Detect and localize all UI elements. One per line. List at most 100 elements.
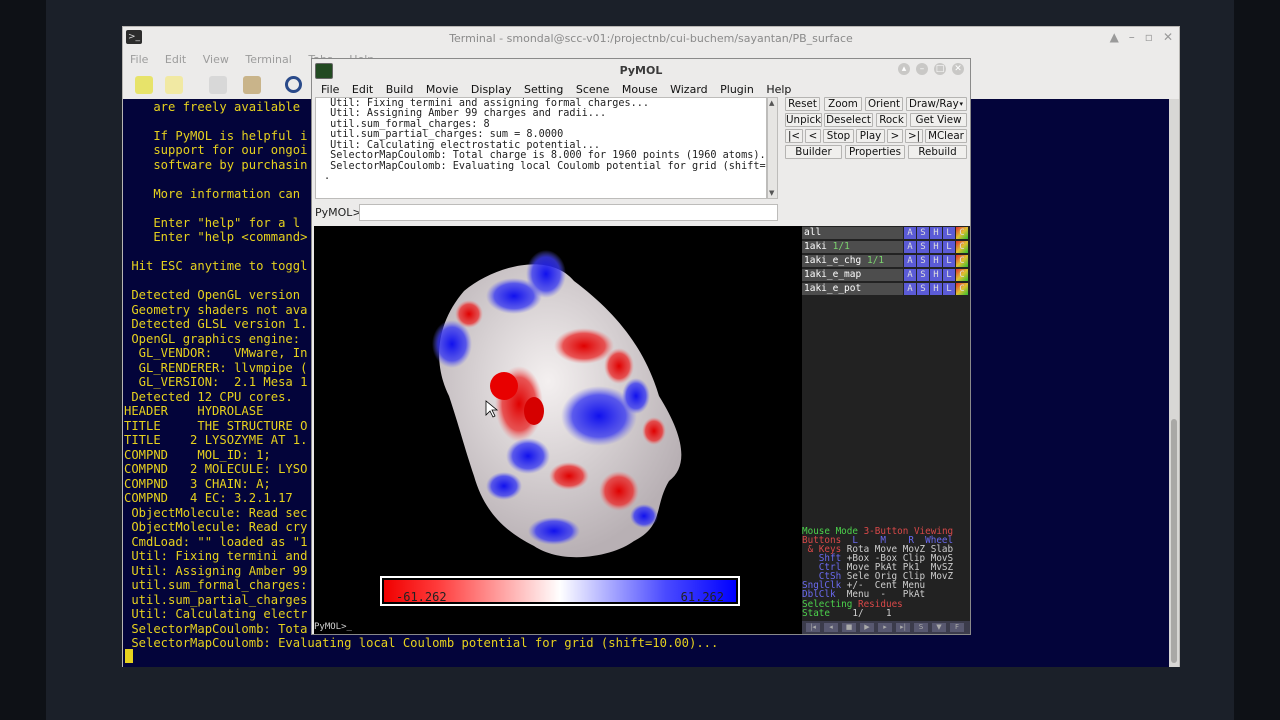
first-frame-button[interactable]: |< bbox=[785, 129, 803, 143]
stop-icon[interactable]: ■ bbox=[842, 623, 856, 632]
label-button[interactable]: L bbox=[943, 283, 955, 295]
show-button[interactable]: S bbox=[917, 283, 929, 295]
object-row[interactable]: 1aki_e_pot A S H L C bbox=[802, 283, 970, 296]
rebuild-button[interactable]: Rebuild bbox=[908, 145, 967, 159]
reset-button[interactable]: Reset bbox=[785, 97, 820, 111]
protein-surface[interactable] bbox=[314, 226, 802, 621]
pymol-menu-setting[interactable]: Setting bbox=[524, 83, 563, 96]
copy-icon[interactable] bbox=[209, 76, 227, 94]
paste-icon[interactable] bbox=[243, 76, 261, 94]
show-button[interactable]: S bbox=[917, 269, 929, 281]
pymol-menu-edit[interactable]: Edit bbox=[352, 83, 373, 96]
scene-dropdown-icon[interactable]: ▼ bbox=[932, 623, 946, 632]
end-icon[interactable]: ▸| bbox=[896, 623, 910, 632]
back-icon[interactable]: ◂ bbox=[824, 623, 838, 632]
stop-button[interactable]: Stop bbox=[823, 129, 854, 143]
hide-button[interactable]: H bbox=[930, 269, 942, 281]
forward-icon[interactable]: ▸ bbox=[878, 623, 892, 632]
pymol-minimize-icon[interactable]: – bbox=[916, 63, 928, 75]
pymol-menu-build[interactable]: Build bbox=[386, 83, 414, 96]
object-name[interactable]: 1aki 1/1 bbox=[802, 241, 903, 253]
menu-view[interactable]: View bbox=[203, 53, 229, 66]
object-name[interactable]: all bbox=[802, 227, 903, 239]
color-button[interactable]: C bbox=[956, 241, 968, 253]
next-frame-button[interactable]: > bbox=[887, 129, 903, 143]
pymol-menu-scene[interactable]: Scene bbox=[576, 83, 610, 96]
rewind-icon[interactable]: |◂ bbox=[806, 623, 820, 632]
action-button[interactable]: A bbox=[904, 283, 916, 295]
show-button[interactable]: S bbox=[917, 255, 929, 267]
label-button[interactable]: L bbox=[943, 269, 955, 281]
zoom-button[interactable]: Zoom bbox=[824, 97, 862, 111]
close-icon[interactable]: ✕ bbox=[1163, 30, 1173, 44]
deselect-button[interactable]: Deselect bbox=[824, 113, 873, 127]
object-row[interactable]: all A S H L C bbox=[802, 227, 970, 240]
pymol-titlebar[interactable]: PyMOL ▴ – □ ✕ bbox=[312, 59, 970, 81]
object-name[interactable]: 1aki_e_pot bbox=[802, 283, 903, 295]
action-button[interactable]: A bbox=[904, 255, 916, 267]
draw-ray-button[interactable]: Draw/Ray ▾ bbox=[906, 97, 967, 111]
terminal-scroll-thumb[interactable] bbox=[1171, 419, 1177, 663]
label-button[interactable]: L bbox=[943, 255, 955, 267]
hide-button[interactable]: H bbox=[930, 255, 942, 267]
pymol-log-scrollbar[interactable]: ▲ ▼ bbox=[767, 97, 778, 199]
play-icon[interactable]: ▶ bbox=[860, 623, 874, 632]
search-icon[interactable] bbox=[285, 76, 302, 93]
maximize-up-icon[interactable]: ▲ bbox=[1110, 30, 1119, 44]
object-name[interactable]: 1aki_e_map bbox=[802, 269, 903, 281]
molecule-viewport[interactable]: -61.262 61.262 bbox=[314, 226, 802, 621]
minimize-icon[interactable]: – bbox=[1129, 30, 1135, 44]
color-button[interactable]: C bbox=[956, 269, 968, 281]
action-button[interactable]: A bbox=[904, 241, 916, 253]
terminal-scrollbar[interactable] bbox=[1169, 99, 1179, 667]
rock-button[interactable]: Rock bbox=[876, 113, 907, 127]
pymol-command-input[interactable] bbox=[359, 204, 778, 221]
color-button[interactable]: C bbox=[956, 255, 968, 267]
orient-button[interactable]: Orient bbox=[865, 97, 903, 111]
color-button[interactable]: C bbox=[956, 227, 968, 239]
fullscreen-icon[interactable]: F bbox=[950, 623, 964, 632]
last-frame-button[interactable]: >| bbox=[905, 129, 923, 143]
pymol-output-log[interactable]: Util: Fixing termini and assigning forma… bbox=[315, 97, 767, 199]
action-button[interactable]: A bbox=[904, 227, 916, 239]
pymol-menu-file[interactable]: File bbox=[321, 83, 339, 96]
scroll-up-icon[interactable]: ▲ bbox=[769, 99, 774, 107]
object-row[interactable]: 1aki_e_chg 1/1 A S H L C bbox=[802, 255, 970, 268]
pymol-menu-movie[interactable]: Movie bbox=[426, 83, 459, 96]
pymol-menu-display[interactable]: Display bbox=[471, 83, 512, 96]
pymol-close-icon[interactable]: ✕ bbox=[952, 63, 964, 75]
pymol-up-icon[interactable]: ▴ bbox=[898, 63, 910, 75]
menu-file[interactable]: File bbox=[130, 53, 148, 66]
label-button[interactable]: L bbox=[943, 241, 955, 253]
object-name[interactable]: 1aki_e_chg 1/1 bbox=[802, 255, 903, 267]
get-view-button[interactable]: Get View bbox=[910, 113, 967, 127]
pymol-menu-wizard[interactable]: Wizard bbox=[670, 83, 708, 96]
builder-button[interactable]: Builder bbox=[785, 145, 842, 159]
pymol-maximize-icon[interactable]: □ bbox=[934, 63, 946, 75]
hide-button[interactable]: H bbox=[930, 241, 942, 253]
mclear-button[interactable]: MClear bbox=[925, 129, 967, 143]
pymol-menu-help[interactable]: Help bbox=[766, 83, 791, 96]
pymol-menu-plugin[interactable]: Plugin bbox=[720, 83, 754, 96]
terminal-titlebar[interactable]: >_ Terminal - smondal@scc-v01:/projectnb… bbox=[123, 27, 1179, 49]
label-button[interactable]: L bbox=[943, 227, 955, 239]
scene-icon[interactable]: S bbox=[914, 623, 928, 632]
play-button[interactable]: Play bbox=[856, 129, 885, 143]
show-button[interactable]: S bbox=[917, 227, 929, 239]
new-window-icon[interactable] bbox=[165, 76, 183, 94]
unpick-button[interactable]: Unpick bbox=[785, 113, 822, 127]
hide-button[interactable]: H bbox=[930, 283, 942, 295]
action-button[interactable]: A bbox=[904, 269, 916, 281]
menu-terminal[interactable]: Terminal bbox=[245, 53, 292, 66]
object-row[interactable]: 1aki_e_map A S H L C bbox=[802, 269, 970, 282]
object-row[interactable]: 1aki 1/1 A S H L C bbox=[802, 241, 970, 254]
restore-icon[interactable]: ▫ bbox=[1145, 30, 1153, 44]
new-tab-icon[interactable] bbox=[135, 76, 153, 94]
show-button[interactable]: S bbox=[917, 241, 929, 253]
scroll-down-icon[interactable]: ▼ bbox=[769, 189, 774, 197]
menu-edit[interactable]: Edit bbox=[165, 53, 186, 66]
hide-button[interactable]: H bbox=[930, 227, 942, 239]
prev-frame-button[interactable]: < bbox=[805, 129, 821, 143]
properties-button[interactable]: Properties bbox=[845, 145, 905, 159]
color-button[interactable]: C bbox=[956, 283, 968, 295]
